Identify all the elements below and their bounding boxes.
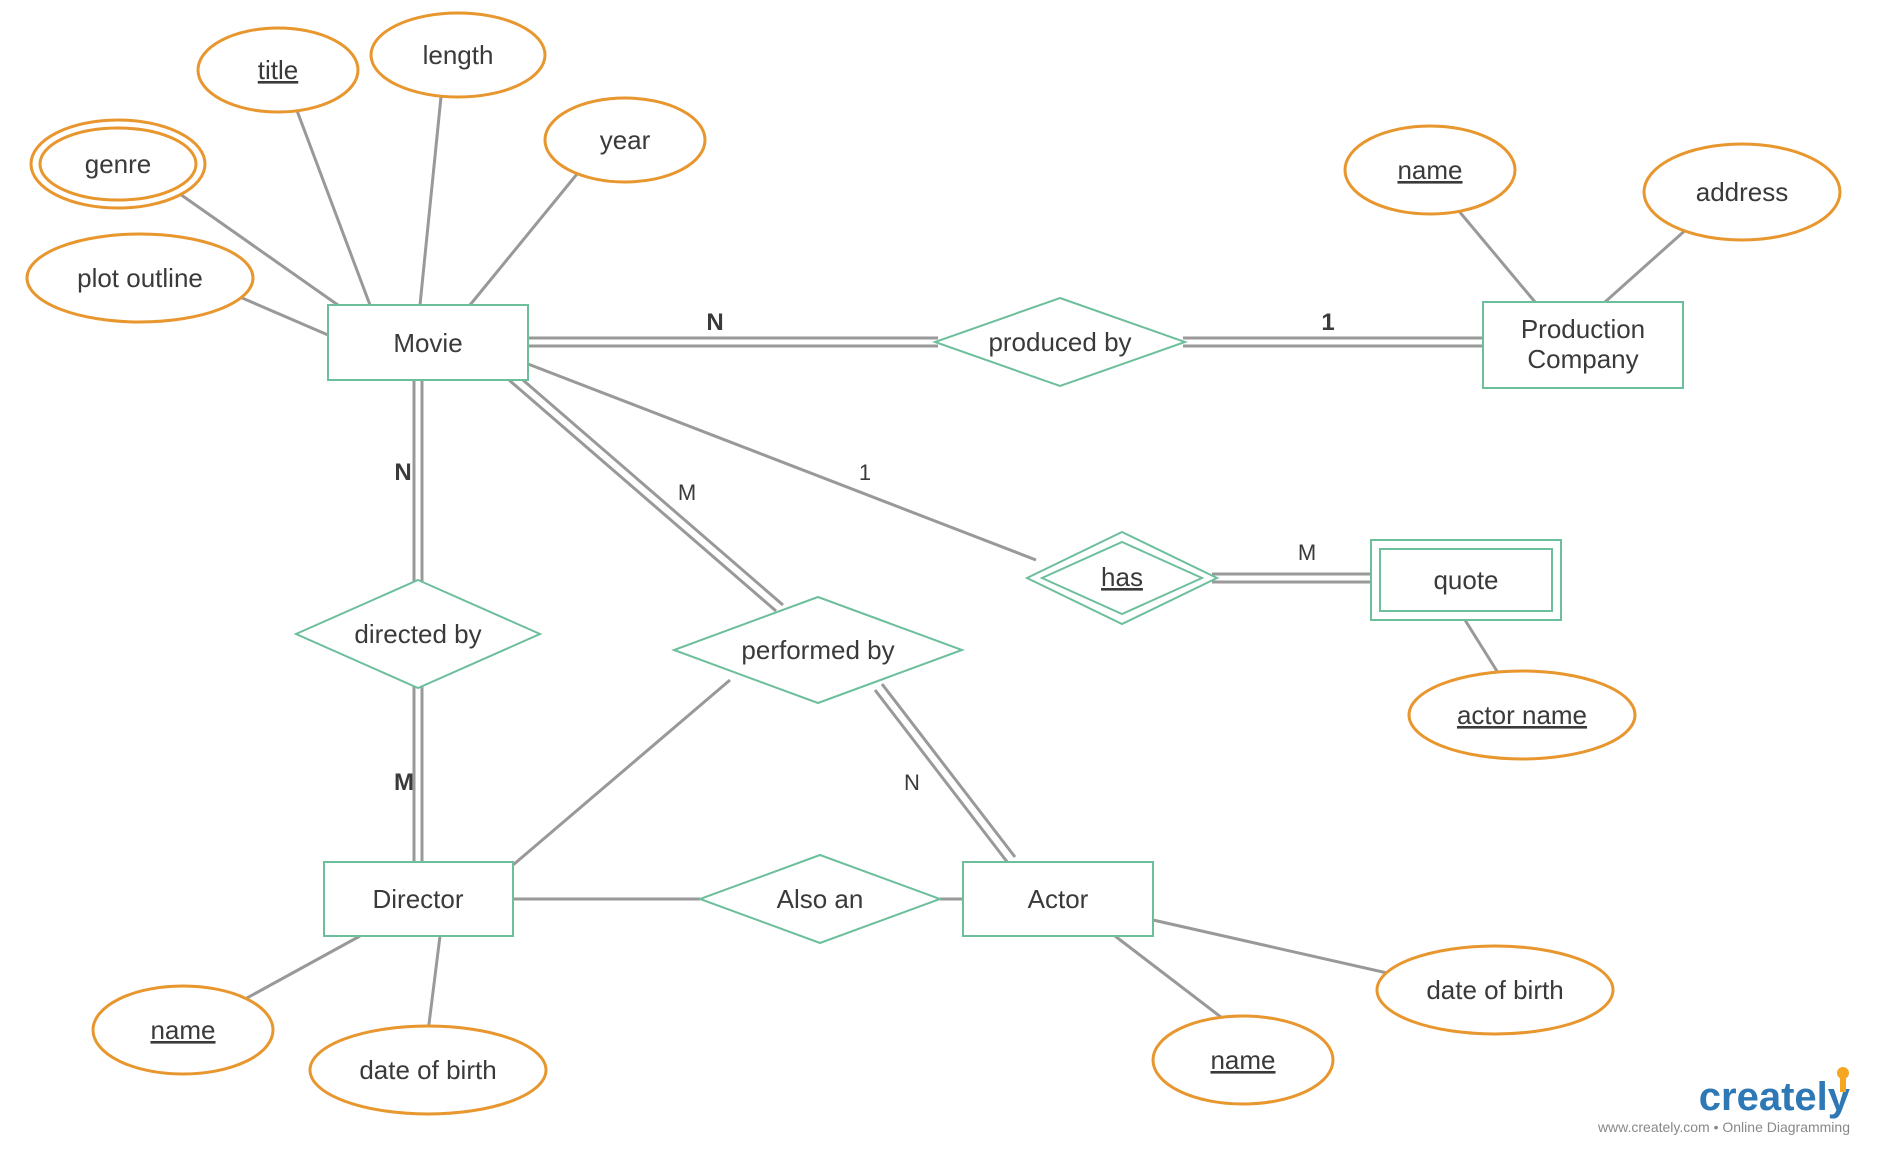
card-movie-produced: N (706, 309, 723, 336)
svg-text:has: has (1101, 562, 1143, 592)
svg-text:genre: genre (85, 149, 152, 179)
svg-text:name: name (1210, 1045, 1275, 1075)
creately-tagline: www.creately.com • Online Diagramming (1597, 1119, 1850, 1135)
rel-produced-by: produced by (935, 298, 1185, 386)
card-movie-directed: N (394, 459, 411, 486)
attr-director-name: name (93, 986, 273, 1074)
rel-also-an: Also an (700, 855, 940, 943)
svg-text:actor name: actor name (1457, 700, 1587, 730)
svg-text:creately: creately (1699, 1075, 1851, 1119)
attr-plot-outline: plot outline (27, 234, 253, 322)
rel-directed-by: directed by (296, 580, 540, 688)
edge-quote-actorname (1465, 620, 1500, 676)
entity-quote: quote (1371, 540, 1561, 620)
svg-text:Company: Company (1527, 344, 1638, 374)
svg-text:date of birth: date of birth (359, 1055, 496, 1085)
attr-actor-name: name (1153, 1016, 1333, 1104)
attr-title: title (198, 28, 358, 112)
entity-movie: Movie (328, 305, 528, 380)
svg-text:Director: Director (372, 884, 463, 914)
svg-text:Movie: Movie (393, 328, 462, 358)
svg-text:plot outline: plot outline (77, 263, 203, 293)
svg-text:title: title (258, 55, 298, 85)
attr-pc-name: name (1345, 126, 1515, 214)
attr-actor-dob: date of birth (1377, 946, 1613, 1034)
svg-text:date of birth: date of birth (1426, 975, 1563, 1005)
er-diagram: genre title length year plot outline nam… (0, 0, 1880, 1150)
svg-text:address: address (1696, 177, 1789, 207)
edge-actor-name (1115, 936, 1230, 1024)
attr-year: year (545, 98, 705, 182)
card-quote-has: M (1298, 540, 1316, 565)
edge-movie-title (290, 92, 370, 305)
card-pc-produced: 1 (1321, 309, 1334, 336)
card-movie-has: 1 (859, 460, 871, 485)
svg-text:directed by: directed by (354, 619, 481, 649)
edge-movie-performedby (509, 380, 776, 611)
attr-genre: genre (31, 120, 205, 208)
entity-actor: Actor (963, 862, 1153, 936)
svg-text:length: length (423, 40, 494, 70)
svg-text:year: year (600, 125, 651, 155)
card-actor-performed: N (904, 770, 920, 795)
rel-has: has (1027, 532, 1217, 624)
edge-performedby-actor (875, 690, 1008, 863)
edge-director-performedby (513, 680, 730, 865)
svg-text:name: name (150, 1015, 215, 1045)
entity-production-company: Production Company (1483, 302, 1683, 388)
svg-text:quote: quote (1433, 565, 1498, 595)
creately-logo: creately www.creately.com • Online Diagr… (1597, 1067, 1851, 1135)
edge-actor-dob (1153, 920, 1418, 980)
svg-text:produced by: produced by (988, 327, 1131, 357)
attr-pc-address: address (1644, 144, 1840, 240)
attr-director-dob: date of birth (310, 1026, 546, 1114)
svg-text:name: name (1397, 155, 1462, 185)
attr-quote-actor-name: actor name (1409, 671, 1635, 759)
attr-length: length (371, 13, 545, 97)
card-director-directed: M (394, 769, 414, 796)
entity-director: Director (324, 862, 513, 936)
svg-text:Actor: Actor (1028, 884, 1089, 914)
rel-performed-by: performed by (674, 597, 962, 703)
svg-text:Also an: Also an (777, 884, 864, 914)
card-movie-performed: M (678, 480, 696, 505)
edge-director-dob (428, 936, 440, 1032)
svg-text:Production: Production (1521, 314, 1645, 344)
edge-movie-length (420, 77, 443, 305)
svg-text:performed by: performed by (741, 635, 894, 665)
